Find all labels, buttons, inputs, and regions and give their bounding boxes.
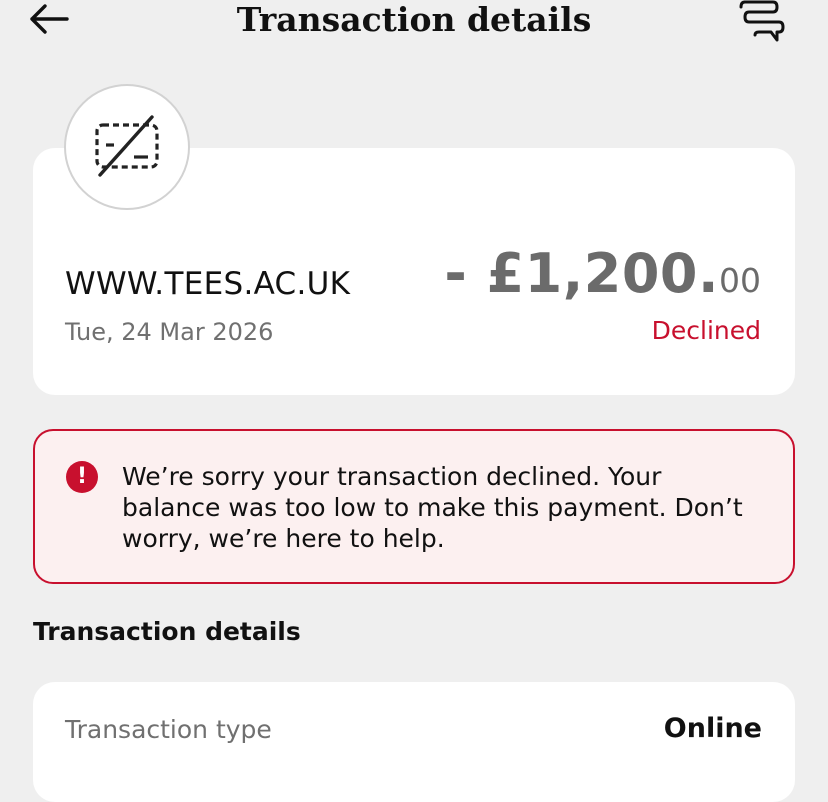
amount-main: - £1,200. (444, 242, 719, 305)
chat-button[interactable] (732, 0, 792, 48)
amount-decimal: 00 (719, 261, 761, 300)
alert-message: We’re sorry your transaction declined. Y… (122, 462, 743, 553)
detail-value-transaction-type: Online (663, 713, 762, 744)
merchant-avatar (64, 84, 190, 210)
arrow-left-icon (30, 4, 69, 34)
detail-label-transaction-type: Transaction type (65, 715, 272, 744)
exclamation-circle-icon: ! (66, 461, 98, 493)
back-button[interactable] (22, 0, 74, 38)
transaction-date: Tue, 24 Mar 2026 (65, 318, 274, 346)
page-title: Transaction details (236, 0, 592, 39)
chat-bubbles-icon (739, 0, 785, 42)
card-not-present-icon (95, 115, 159, 177)
declined-alert: ! We’re sorry your transaction declined.… (33, 429, 795, 584)
merchant-name: WWW.TEES.AC.UK (65, 266, 351, 302)
transaction-amount: - £1,200. 00 (444, 242, 761, 305)
section-title: Transaction details (33, 617, 301, 646)
top-bar: Transaction details (0, 0, 828, 48)
details-card: Transaction type Online (33, 682, 795, 802)
status-badge: Declined (651, 316, 761, 345)
